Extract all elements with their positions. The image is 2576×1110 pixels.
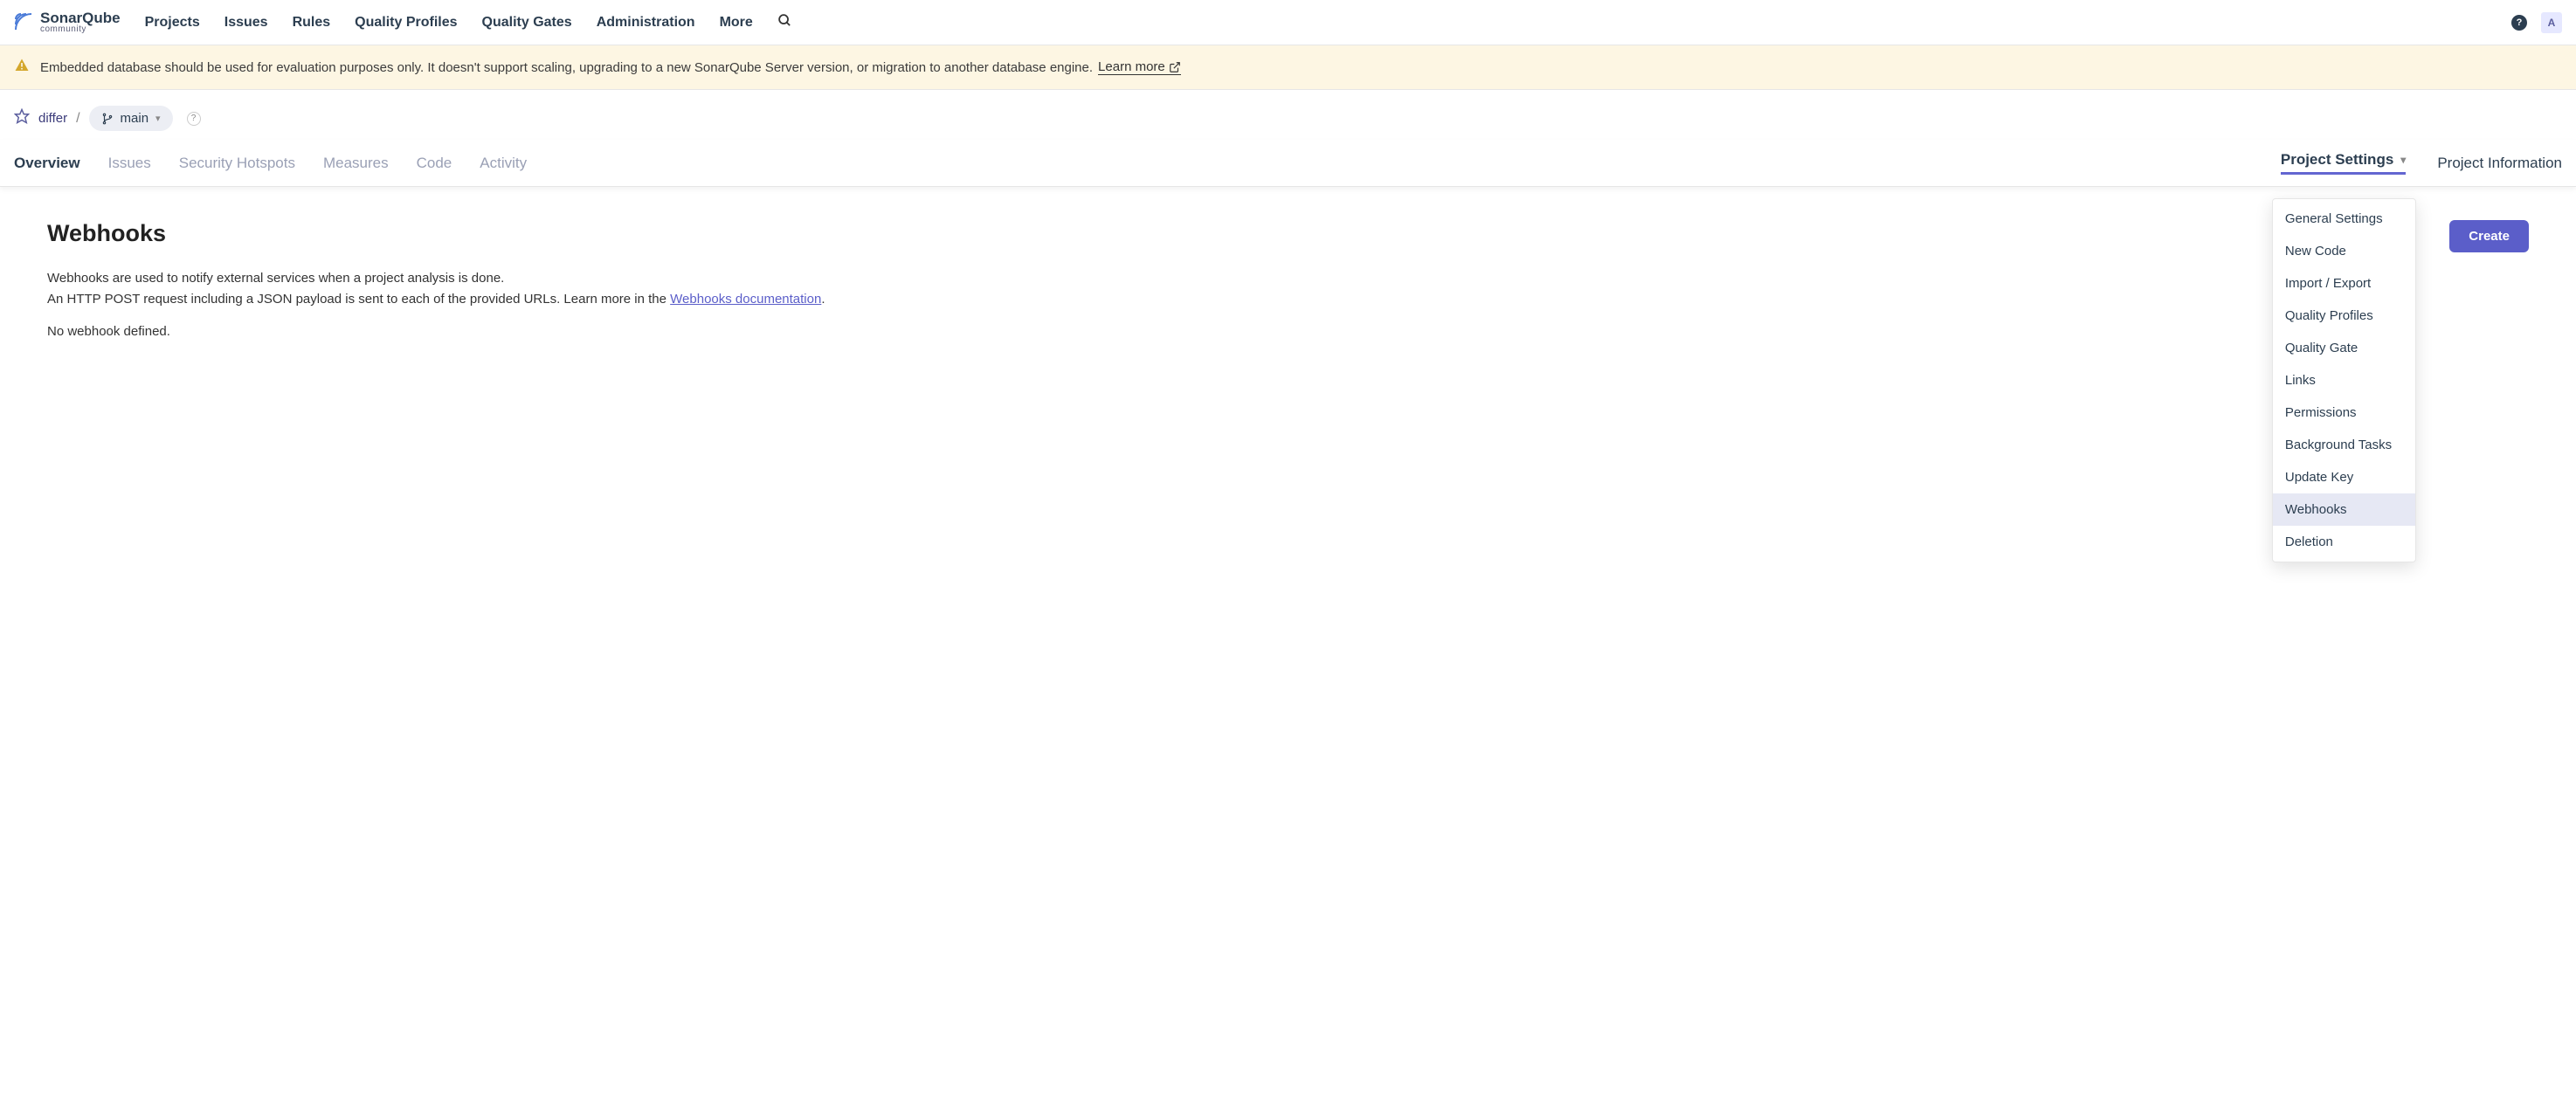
tab-overview[interactable]: Overview (14, 142, 80, 184)
logo-subtitle: community (40, 25, 121, 34)
help-icon[interactable]: ? (2511, 15, 2527, 31)
tab-activity[interactable]: Activity (480, 142, 527, 184)
main-content: Webhooks Create Webhooks are used to not… (0, 187, 2576, 372)
chevron-down-icon: ▾ (2400, 154, 2406, 166)
project-tabs: Overview Issues Security Hotspots Measur… (0, 140, 2576, 187)
warning-learn-more-link[interactable]: Learn more (1098, 59, 1181, 75)
warning-text: Embedded database should be used for eva… (40, 60, 1093, 75)
branch-icon (101, 113, 114, 125)
project-settings-dropdown-trigger[interactable]: Project Settings ▾ (2281, 151, 2406, 175)
project-name[interactable]: differ (38, 111, 67, 126)
breadcrumb-separator: / (76, 111, 79, 127)
nav-administration[interactable]: Administration (597, 15, 695, 31)
nav-projects[interactable]: Projects (145, 15, 200, 31)
dropdown-update-key[interactable]: Update Key (2273, 461, 2415, 493)
branch-name: main (121, 111, 149, 126)
logo[interactable]: SonarQube community (14, 10, 121, 34)
user-avatar[interactable]: A (2541, 12, 2562, 33)
dropdown-general-settings[interactable]: General Settings (2273, 203, 2415, 235)
nav-rules[interactable]: Rules (293, 15, 331, 31)
dropdown-import-export[interactable]: Import / Export (2273, 267, 2415, 300)
dropdown-webhooks[interactable]: Webhooks (2273, 493, 2415, 526)
global-nav-items: Projects Issues Rules Quality Profiles Q… (145, 13, 2511, 32)
dropdown-links[interactable]: Links (2273, 364, 2415, 396)
nav-issues[interactable]: Issues (224, 15, 268, 31)
create-button[interactable]: Create (2449, 220, 2529, 252)
empty-state-text: No webhook defined. (47, 324, 2529, 339)
tab-code[interactable]: Code (417, 142, 452, 184)
global-nav: SonarQube community Projects Issues Rule… (0, 0, 2576, 45)
nav-quality-profiles[interactable]: Quality Profiles (355, 15, 457, 31)
dropdown-quality-profiles[interactable]: Quality Profiles (2273, 300, 2415, 332)
warning-banner: Embedded database should be used for eva… (0, 45, 2576, 90)
nav-quality-gates[interactable]: Quality Gates (482, 15, 572, 31)
project-information-link[interactable]: Project Information (2437, 155, 2562, 172)
dropdown-background-tasks[interactable]: Background Tasks (2273, 429, 2415, 461)
dropdown-permissions[interactable]: Permissions (2273, 396, 2415, 429)
search-icon[interactable] (777, 13, 792, 32)
tab-measures[interactable]: Measures (323, 142, 389, 184)
dropdown-deletion[interactable]: Deletion (2273, 526, 2415, 558)
warning-icon (14, 58, 30, 77)
nav-more[interactable]: More (720, 15, 753, 31)
page-description: Webhooks are used to notify external ser… (47, 268, 2529, 310)
tab-security-hotspots[interactable]: Security Hotspots (179, 142, 295, 184)
project-settings-dropdown: General Settings New Code Import / Expor… (2272, 198, 2416, 562)
external-link-icon (1169, 61, 1181, 73)
favorite-star-icon[interactable] (14, 108, 30, 128)
logo-brand: SonarQube (40, 10, 121, 25)
webhooks-documentation-link[interactable]: Webhooks documentation (670, 292, 821, 307)
tab-issues[interactable]: Issues (108, 142, 151, 184)
branch-selector[interactable]: main ▾ (89, 106, 173, 131)
sonarqube-logo-icon (14, 12, 35, 33)
dropdown-quality-gate[interactable]: Quality Gate (2273, 332, 2415, 364)
page-title: Webhooks (47, 220, 166, 247)
project-header: differ / main ▾ ? (0, 90, 2576, 140)
dropdown-new-code[interactable]: New Code (2273, 235, 2415, 267)
chevron-down-icon: ▾ (155, 113, 161, 124)
branch-help-icon[interactable]: ? (187, 112, 201, 126)
